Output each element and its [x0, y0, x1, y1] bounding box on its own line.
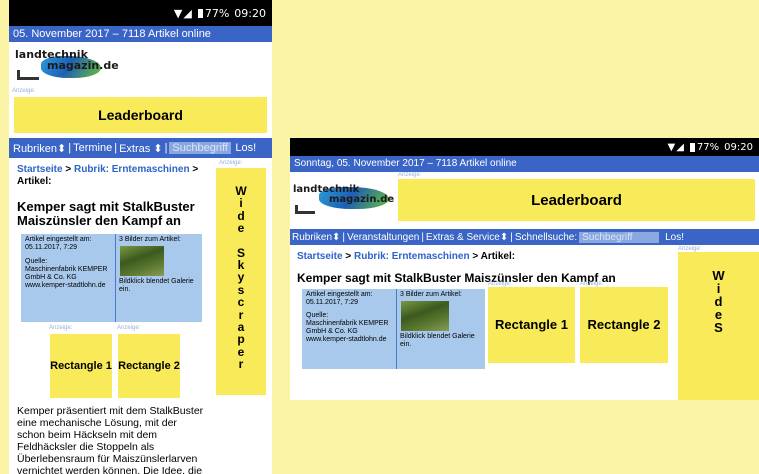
leaderboard-ad[interactable]: Leaderboard [398, 179, 755, 221]
extras-service-select[interactable]: Extras & Service⬍ [426, 232, 508, 243]
wide-skyscraper-ad[interactable]: WideS [678, 252, 759, 400]
image-gallery: 3 Bilder zum Artikel: Bildklick blendet … [119, 236, 194, 293]
article-photo[interactable] [120, 246, 164, 276]
ad-label: Anzeige: [398, 172, 422, 178]
source-url-link[interactable]: www.kemper-stadtlohn.de [25, 282, 113, 290]
logo-text-2: magazin.de [329, 194, 395, 205]
rubriken-select[interactable]: Rubriken⬍ [13, 142, 66, 155]
battery-percent: 77% [204, 6, 230, 20]
date-bar: 05. November 2017 – 7118 Artikel online [9, 26, 272, 42]
rectangle-ad-1[interactable]: Rectangle 1 [50, 334, 112, 398]
portrait-screenshot: ▼◢ 77% 09:20 05. November 2017 – 7118 Ar… [9, 0, 272, 474]
status-bar: ▼◢ 77% 09:20 [9, 0, 272, 26]
rectangle-ad-2[interactable]: Rectangle 2 [118, 334, 180, 398]
header: landtechnik magazin.de Anzeige: Leaderbo… [290, 172, 759, 229]
source-url-link[interactable]: www.kemper-stadtlohn.de [306, 336, 394, 344]
article-info-box: Artikel eingestellt am: 05.11.2017, 7:29… [302, 289, 485, 369]
wide-skyscraper-ad[interactable]: WideSkyscraper [216, 168, 266, 395]
ad-label: Anzeige: [12, 88, 36, 94]
ad-label: Anzeige: [219, 160, 243, 166]
breadcrumb-current: > Artikel: [469, 251, 516, 262]
search-go-button[interactable]: Los! [665, 232, 684, 243]
battery-icon [197, 8, 203, 18]
ad-label: Anzeige: [117, 325, 141, 331]
battery-percent: 77% [696, 141, 720, 153]
breadcrumb: Startseite > Rubrik: Erntemaschinen > Ar… [297, 251, 516, 262]
nav-bar: Rubriken⬍ | Veranstaltungen | Extras & S… [290, 229, 759, 245]
rectangle-ad-2[interactable]: Rectangle 2 [580, 287, 668, 363]
article-photo[interactable] [401, 301, 449, 331]
breadcrumb: Startseite > Rubrik: Erntemaschinen > Ar… [17, 164, 199, 187]
article-title: Kemper sagt mit StalkBuster Maiszünsler … [297, 271, 616, 285]
article-meta: Artikel eingestellt am: 05.11.2017, 7:29… [21, 234, 115, 322]
extras-select[interactable]: Extras ⬍ [119, 142, 162, 155]
wifi-signal-icon: ▼◢ [667, 141, 685, 153]
clock: 09:20 [724, 141, 753, 153]
article-area: Anzeige: WideSkyscraper Startseite > Rub… [9, 158, 272, 474]
quick-search-label: Schnellsuche: [514, 231, 578, 243]
article-info-box: Artikel eingestellt am: 05.11.2017, 7:29… [21, 234, 202, 322]
article-meta: Artikel eingestellt am: 05.11.2017, 7:29… [302, 289, 396, 369]
image-gallery: 3 Bilder zum Artikel: Bildklick blendet … [400, 291, 475, 348]
landscape-screenshot: ▼◢ 77% 09:20 Sonntag, 05. November 2017 … [290, 138, 759, 400]
select-arrows-icon: ⬍ [499, 231, 509, 243]
article-body: Kemper präsentiert mit dem StalkBuster e… [17, 405, 204, 474]
veranstaltungen-link[interactable]: Veranstaltungen [347, 232, 419, 243]
header: landtechnik magazin.de [9, 42, 272, 88]
rubriken-select[interactable]: Rubriken⬍ [292, 232, 340, 243]
select-arrows-icon: ⬍ [57, 142, 67, 155]
clock: 09:20 [234, 6, 266, 20]
nav-bar: Rubriken⬍ | Termine | Extras ⬍ | Suchbeg… [9, 138, 272, 158]
rectangle-ad-1[interactable]: Rectangle 1 [488, 287, 575, 363]
breadcrumb-home-link[interactable]: Startseite [297, 251, 343, 262]
breadcrumb-rubrik-link[interactable]: Rubrik: Erntemaschinen [354, 251, 470, 262]
breadcrumb-home-link[interactable]: Startseite [17, 164, 63, 175]
article-area: Anzeige: WideS Startseite > Rubrik: Ernt… [290, 245, 759, 400]
wifi-signal-icon: ▼◢ [173, 6, 193, 20]
select-arrows-icon: ⬍ [332, 231, 341, 243]
ad-label: Anzeige: [49, 325, 73, 331]
leaderboard-ad[interactable]: Leaderboard [14, 97, 267, 133]
search-input[interactable]: Suchbegriff [169, 142, 232, 154]
date-bar: Sonntag, 05. November 2017 – 7118 Artike… [290, 156, 759, 172]
logo-text-2: magazin.de [47, 59, 119, 72]
status-bar: ▼◢ 77% 09:20 [290, 138, 759, 156]
site-logo[interactable]: landtechnik magazin.de [15, 48, 119, 82]
battery-icon [689, 142, 695, 152]
tractor-icon [295, 205, 315, 214]
tractor-icon [17, 70, 39, 80]
search-input[interactable]: Suchbegriff [579, 231, 660, 243]
termine-link[interactable]: Termine [73, 142, 112, 154]
site-logo[interactable]: landtechnik magazin.de [293, 181, 395, 217]
breadcrumb-rubrik-link[interactable]: Rubrik: Erntemaschinen [74, 164, 190, 175]
search-go-button[interactable]: Los! [235, 142, 256, 154]
select-arrows-icon: ⬍ [153, 142, 163, 155]
article-title: Kemper sagt mit StalkBuster Maiszünsler … [17, 199, 195, 228]
